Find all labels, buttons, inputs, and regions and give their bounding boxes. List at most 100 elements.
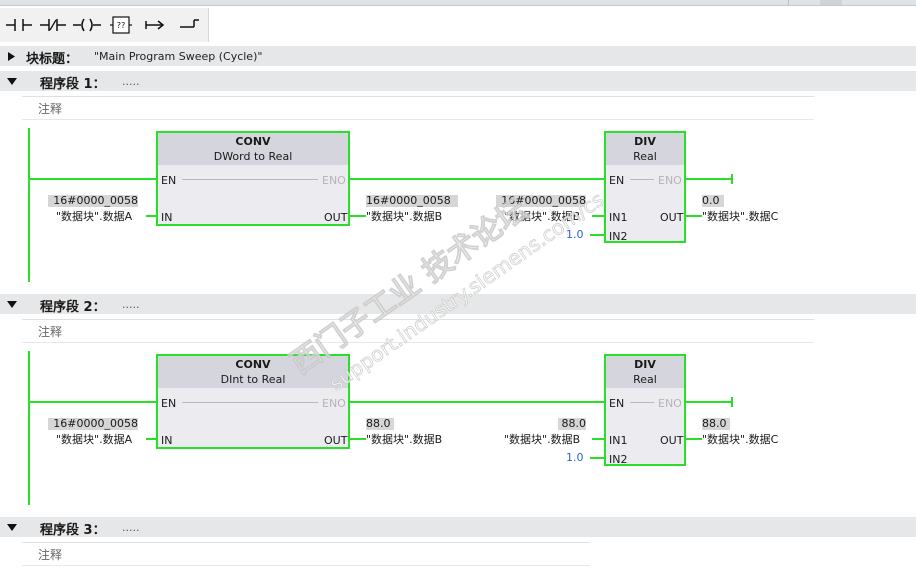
- en-wire: [30, 178, 156, 180]
- conv-out-value: 88.0: [366, 418, 394, 430]
- div-in1-operand[interactable]: "数据块".数据B: [504, 431, 580, 447]
- close-branch-icon: [180, 19, 199, 28]
- conv-name: CONV: [235, 358, 271, 371]
- conv-eno-pin: ENO: [322, 174, 346, 187]
- div-in1-value: 88.0: [558, 418, 586, 430]
- no-contact-button[interactable]: [4, 11, 34, 39]
- en-wire: [30, 401, 156, 403]
- div-box[interactable]: DIV Real EN ENO IN1 OUT IN2: [604, 131, 686, 243]
- conv-in-operand[interactable]: "数据块".数据A: [56, 208, 132, 224]
- network-comment[interactable]: 注释: [38, 323, 62, 340]
- eno-to-en-wire: [350, 401, 606, 403]
- eno-to-en-wire: [350, 178, 606, 180]
- conv-header: CONV DInt to Real: [158, 356, 348, 388]
- network-1-header[interactable]: 程序段 1： .....: [0, 71, 916, 92]
- expand-right-icon[interactable]: [8, 52, 16, 61]
- conv-in-value: 16#0000_0058: [48, 195, 138, 207]
- div-eno-wire: [686, 178, 732, 180]
- empty-box-button[interactable]: ??: [106, 11, 136, 39]
- div-type[interactable]: Real: [606, 150, 684, 163]
- div-out-stub: [686, 215, 702, 217]
- div-out-stub: [686, 438, 702, 440]
- conv-from-type[interactable]: DWord: [214, 150, 251, 163]
- conv-in-operand[interactable]: "数据块".数据A: [56, 431, 132, 447]
- conv-out-pin: OUT: [324, 211, 348, 224]
- conv-out-value: 16#0000_0058: [366, 195, 458, 207]
- conv-types[interactable]: DInt to Real: [158, 373, 348, 386]
- conv-en-pin: EN: [161, 174, 177, 187]
- block-title-value[interactable]: "Main Program Sweep (Cycle)": [94, 50, 262, 63]
- div-en-pin: EN: [609, 174, 625, 187]
- div-out-operand[interactable]: "数据块".数据C: [702, 431, 778, 447]
- empty-box-glyph: ??: [117, 21, 126, 30]
- no-contact-icon: [6, 19, 32, 31]
- network-title-placeholder[interactable]: .....: [122, 75, 139, 88]
- network-comment[interactable]: 注释: [38, 546, 62, 563]
- open-branch-button[interactable]: [140, 11, 170, 39]
- nc-contact-button[interactable]: [38, 11, 68, 39]
- div-in1-pin: IN1: [609, 211, 628, 224]
- block-title-label: 块标题：: [26, 52, 79, 67]
- div-out-pin: OUT: [660, 434, 684, 447]
- conv-in-pin: IN: [161, 434, 173, 447]
- collapse-down-icon[interactable]: [7, 524, 17, 531]
- div-in1-stub: [592, 438, 604, 440]
- close-branch-button[interactable]: [174, 11, 204, 39]
- collapse-down-icon[interactable]: [7, 301, 17, 308]
- div-out-operand[interactable]: "数据块".数据C: [702, 208, 778, 224]
- conv-types[interactable]: DWord to Real: [158, 150, 348, 163]
- conv-in-value: 16#0000_0058: [48, 418, 138, 430]
- conv-out-stub: [350, 215, 366, 217]
- div-in1-pin: IN1: [609, 434, 628, 447]
- conv-from-type[interactable]: DInt: [221, 373, 244, 386]
- collapse-down-icon[interactable]: [7, 78, 17, 85]
- conv-out-operand[interactable]: "数据块".数据B: [366, 208, 442, 224]
- conv-to-word: to: [247, 373, 259, 386]
- conv-to-word: to: [253, 150, 266, 163]
- power-rail: [28, 351, 30, 505]
- div-box[interactable]: DIV Real EN ENO IN1 OUT IN2: [604, 354, 686, 466]
- network-comment[interactable]: 注释: [38, 100, 62, 117]
- div-eno-pin: ENO: [658, 174, 682, 187]
- network-title-placeholder[interactable]: .....: [122, 521, 139, 534]
- network-2-comment-row[interactable]: 注释: [22, 319, 814, 343]
- conv-to-type[interactable]: Real: [269, 150, 293, 163]
- div-en-eno-hint: [630, 402, 654, 403]
- div-in2-constant[interactable]: 1.0: [566, 451, 584, 464]
- conv-en-eno-hint: [182, 179, 318, 180]
- coil-button[interactable]: [72, 11, 102, 39]
- network-3-header[interactable]: 程序段 3： .....: [0, 517, 916, 538]
- network-2-header[interactable]: 程序段 2： .....: [0, 294, 916, 315]
- network-title-placeholder[interactable]: .....: [122, 298, 139, 311]
- div-in1-operand[interactable]: "数据块".数据B: [504, 208, 580, 224]
- conv-box[interactable]: CONV DInt to Real EN ENO IN OUT: [156, 354, 350, 449]
- div-in2-stub: [590, 234, 604, 236]
- div-in2-constant[interactable]: 1.0: [566, 228, 584, 241]
- div-eno-pin: ENO: [658, 397, 682, 410]
- block-title-bar[interactable]: 块标题： "Main Program Sweep (Cycle)": [0, 46, 916, 67]
- div-en-pin: EN: [609, 397, 625, 410]
- div-name: DIV: [634, 358, 656, 371]
- conv-box[interactable]: CONV DWord to Real EN ENO IN OUT: [156, 131, 350, 226]
- conv-en-eno-hint: [182, 402, 318, 403]
- div-out-value: 0.0: [702, 195, 724, 207]
- network-3-comment-row[interactable]: 注释: [22, 542, 590, 566]
- network-label: 程序段 2：: [40, 300, 106, 315]
- conv-to-type[interactable]: Real: [262, 373, 286, 386]
- div-type[interactable]: Real: [606, 373, 684, 386]
- coil-icon: [73, 18, 101, 32]
- div-out-pin: OUT: [660, 211, 684, 224]
- wire-end-marker: [731, 397, 733, 407]
- conv-out-operand[interactable]: "数据块".数据B: [366, 431, 442, 447]
- strip-dropdown-button[interactable]: [820, 0, 842, 5]
- network-label: 程序段 3：: [40, 523, 106, 538]
- strip-button[interactable]: [788, 0, 807, 5]
- conv-out-stub: [350, 438, 366, 440]
- div-name: DIV: [634, 135, 656, 148]
- nc-contact-icon: [40, 19, 66, 31]
- network-1-comment-row[interactable]: 注释: [22, 96, 814, 120]
- div-out-value: 88.0: [702, 418, 730, 430]
- conv-eno-pin: ENO: [322, 397, 346, 410]
- conv-in-stub: [146, 215, 156, 217]
- wire-end-marker: [731, 174, 733, 184]
